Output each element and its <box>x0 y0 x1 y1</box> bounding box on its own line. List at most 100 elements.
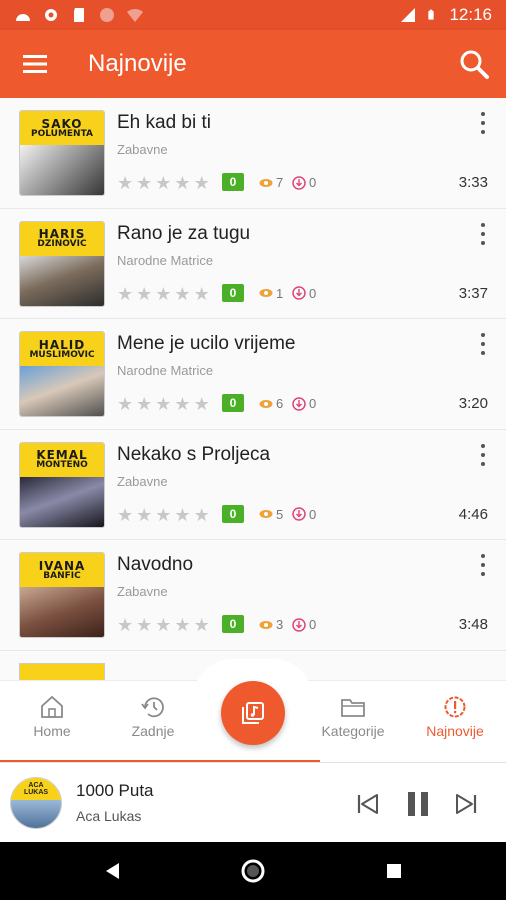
menu-button[interactable] <box>0 30 70 98</box>
eye-icon <box>259 289 273 297</box>
status-time: 12:16 <box>449 5 492 24</box>
previous-button[interactable] <box>351 787 385 821</box>
list-item[interactable]: KEMAL MONTENO Nekako s Proljeca Zabavne ★… <box>0 430 506 540</box>
recents-icon <box>387 864 401 878</box>
star-rating[interactable]: ★ ★ ★ ★ ★ <box>117 395 210 413</box>
next-button[interactable] <box>449 787 483 821</box>
nav-categories[interactable]: Kategorije <box>303 695 403 739</box>
views-value: 6 <box>276 396 284 411</box>
star-icon: ★ <box>117 173 134 193</box>
download-icon <box>292 396 306 411</box>
search-icon <box>460 50 489 79</box>
song-title: Nekako s Proljeca <box>117 443 271 465</box>
player-song-title: 1000 Puta <box>76 781 154 800</box>
nav-newest[interactable]: Najnovije <box>405 695 505 739</box>
star-rating[interactable]: ★ ★ ★ ★ ★ <box>117 285 210 303</box>
skip-previous-icon <box>357 794 378 814</box>
downloads-count: 0 <box>292 507 316 522</box>
history-icon <box>141 697 164 718</box>
download-icon <box>292 175 306 190</box>
thumb-line1: IVANA <box>38 558 86 573</box>
star-icon: ★ <box>155 283 172 304</box>
rating-badge: 0 <box>222 394 244 412</box>
download-icon <box>292 286 306 300</box>
circle-icon <box>100 8 114 22</box>
album-thumbnail: KEMAL MONTENO <box>19 441 105 528</box>
star-icon: ★ <box>174 504 191 525</box>
rating-badge: 0 <box>222 615 244 633</box>
thumb-line1: SAKO <box>41 116 83 131</box>
star-rating[interactable]: ★ ★ ★ ★ ★ <box>117 616 210 634</box>
album-thumbnail: SAKO POLUMENTA <box>19 110 105 196</box>
star-icon: ★ <box>136 394 153 414</box>
more-options-button[interactable] <box>478 333 488 355</box>
more-options-button[interactable] <box>478 222 488 245</box>
views-value: 7 <box>276 175 284 190</box>
download-icon <box>292 617 306 632</box>
pause-icon <box>408 792 428 816</box>
star-icon: ★ <box>155 394 172 414</box>
list-item[interactable]: HALID MUSLIMOVIC Mene je ucilo vrijeme Na… <box>0 319 506 430</box>
views-count: 1 <box>259 286 283 301</box>
library-fab-button[interactable] <box>221 681 285 745</box>
star-icon: ★ <box>117 615 134 635</box>
star-icon: ★ <box>193 504 210 525</box>
skip-next-icon <box>456 794 477 814</box>
system-navigation-bar <box>0 842 506 900</box>
nav-recent[interactable]: Zadnje <box>103 695 203 739</box>
folder-icon <box>341 699 365 717</box>
list-item[interactable]: IVANA BANFIC Navodno Zabavne ★ ★ ★ ★ ★ 0 3 0 … <box>0 540 506 651</box>
downloads-value: 0 <box>309 617 317 632</box>
downloads-count: 0 <box>292 175 316 190</box>
downloads-value: 0 <box>309 396 317 411</box>
views-value: 3 <box>276 617 284 632</box>
download-icon <box>292 507 306 521</box>
song-duration: 3:48 <box>458 616 488 633</box>
back-icon <box>106 863 119 879</box>
song-title: Navodno <box>117 554 194 575</box>
star-rating[interactable]: ★ ★ ★ ★ ★ <box>117 506 210 524</box>
player-artist: Aca Lukas <box>76 808 142 824</box>
home-button[interactable] <box>239 857 267 885</box>
song-title: Mene je ucilo vrijeme <box>117 333 296 354</box>
signal-icon <box>401 8 416 22</box>
pause-button[interactable] <box>401 787 435 821</box>
list-item[interactable]: SAKO POLUMENTA Eh kad bi ti Zabavne ★ ★ ★ ★ ★… <box>0 98 506 209</box>
back-button[interactable] <box>98 857 126 885</box>
views-count: 3 <box>259 617 283 632</box>
song-title: Eh kad bi ti <box>117 112 211 133</box>
more-options-button[interactable] <box>478 112 488 134</box>
search-button[interactable] <box>442 30 506 98</box>
downloads-count: 0 <box>292 617 316 632</box>
song-category: Narodne Matrice <box>117 363 214 378</box>
album-thumbnail: HARIS DZINOVIC <box>19 220 105 307</box>
list-item[interactable]: HARIS DZINOVIC Rano je za tugu Narodne Ma… <box>0 209 506 319</box>
player-art-line1: ACA <box>28 782 44 789</box>
more-options-button[interactable] <box>478 443 488 466</box>
page-title: Najnovije <box>88 50 187 77</box>
app-bar: Najnovije <box>0 30 506 98</box>
star-rating[interactable]: ★ ★ ★ ★ ★ <box>117 174 210 192</box>
eye-icon <box>259 399 273 408</box>
more-options-button[interactable] <box>478 554 488 576</box>
star-icon: ★ <box>136 283 153 304</box>
song-category: Zabavne <box>117 142 168 157</box>
star-icon: ★ <box>136 173 153 193</box>
status-bar: 12:16 <box>0 0 506 30</box>
bottom-navigation: Home Zadnje Kategorije Najnovije <box>0 659 506 762</box>
mini-player[interactable]: ACA LUKAS 1000 Puta Aca Lukas <box>0 762 506 842</box>
thumb-line2: BANFIC <box>43 570 81 581</box>
nav-home[interactable]: Home <box>2 695 102 739</box>
nav-recent-label: Zadnje <box>131 723 175 739</box>
star-icon: ★ <box>174 173 191 193</box>
eye-icon <box>259 510 273 518</box>
song-duration: 4:46 <box>458 505 488 523</box>
downloads-value: 0 <box>309 175 317 190</box>
star-icon: ★ <box>117 504 134 525</box>
thumb-line2: DZINOVIC <box>37 239 87 249</box>
thumb-line2: POLUMENTA <box>30 128 93 139</box>
star-icon: ★ <box>117 394 134 414</box>
star-icon: ★ <box>174 615 191 635</box>
recents-button[interactable] <box>380 857 408 885</box>
rating-badge: 0 <box>222 283 244 302</box>
